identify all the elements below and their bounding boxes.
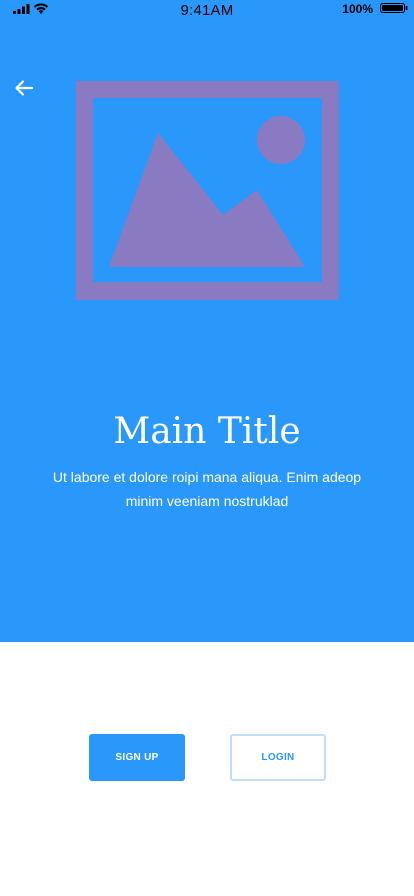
back-arrow-icon[interactable] <box>12 76 36 100</box>
login-button[interactable]: LOGIN <box>230 734 326 781</box>
sign-up-button[interactable]: SIGN UP <box>89 734 185 781</box>
battery-icon <box>380 3 408 13</box>
status-bar: 9:41AM 100% <box>0 0 414 20</box>
image-placeholder-icon <box>76 81 339 300</box>
battery-percent: 100% <box>342 2 373 16</box>
main-title: Main Title <box>113 411 301 452</box>
subtitle-text: Ut labore et dolore roipi mana aliqua. E… <box>52 469 362 509</box>
